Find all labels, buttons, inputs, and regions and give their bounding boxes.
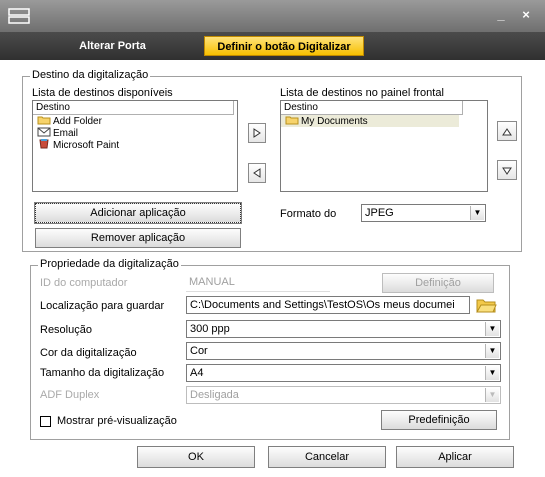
move-up-button[interactable] [497, 121, 517, 141]
tab-definir-botao-digitalizar[interactable]: Definir o botão Digitalizar [204, 36, 364, 56]
available-list-label: Lista de destinos disponíveis [32, 87, 173, 99]
move-left-button[interactable] [248, 163, 266, 183]
folder-icon [37, 116, 51, 125]
format-label: Formato do [280, 208, 337, 220]
list-item-label: My Documents [301, 116, 368, 127]
move-right-button[interactable] [248, 123, 266, 143]
adf-duplex-value: Desligada [190, 389, 239, 401]
list-item-label: Email [53, 128, 79, 139]
resolution-value: 300 ppp [190, 323, 230, 335]
list-item[interactable]: Microsoft Paint [33, 139, 237, 151]
close-button[interactable]: × [519, 8, 533, 22]
list-item-label: Add Folder [53, 116, 102, 127]
resolution-select[interactable]: 300 ppp ▼ [186, 320, 501, 338]
save-location-label: Localização para guardar [40, 300, 165, 312]
minimize-button[interactable]: _ [494, 8, 508, 22]
available-destinations-list[interactable]: Destino Add Folder Email Microsoft Paint [32, 100, 238, 192]
arrow-down-icon [502, 167, 512, 175]
scan-size-select[interactable]: A4 ▼ [186, 364, 501, 382]
apply-button[interactable]: Aplicar [396, 446, 514, 468]
properties-legend: Propriedade da digitalização [38, 258, 181, 270]
scan-color-label: Cor da digitalização [40, 347, 137, 359]
list-item[interactable]: Add Folder [33, 115, 237, 127]
scan-color-select[interactable]: Cor ▼ [186, 342, 501, 360]
move-down-button[interactable] [497, 160, 517, 180]
scan-color-value: Cor [190, 345, 208, 357]
preview-checkbox[interactable] [40, 416, 51, 427]
destination-legend: Destino da digitalização [30, 69, 151, 81]
chevron-down-icon: ▼ [470, 206, 484, 220]
list-item[interactable]: Email [33, 127, 237, 139]
paint-icon [39, 139, 49, 149]
browse-folder-icon[interactable] [475, 296, 497, 314]
front-panel-destinations-list[interactable]: Destino My Documents [280, 100, 488, 192]
arrow-left-icon [253, 168, 261, 178]
chevron-down-icon: ▼ [485, 388, 499, 402]
scan-size-value: A4 [190, 367, 204, 379]
preview-label: Mostrar pré-visualização [57, 415, 177, 427]
tab-alterar-porta[interactable]: Alterar Porta [40, 36, 185, 56]
resolution-label: Resolução [40, 324, 92, 336]
chevron-down-icon: ▼ [485, 322, 499, 336]
remove-application-button[interactable]: Remover aplicação [35, 228, 241, 248]
front-panel-list-label: Lista de destinos no painel frontal [280, 87, 444, 99]
available-list-header: Destino [33, 101, 234, 115]
definition-button: Definição [382, 273, 494, 293]
arrow-right-icon [253, 128, 261, 138]
format-select[interactable]: JPEG ▼ [361, 204, 486, 222]
ok-button[interactable]: OK [137, 446, 255, 468]
add-application-button[interactable]: Adicionar aplicação [34, 202, 242, 224]
folder-icon [285, 116, 299, 125]
computer-id-field: MANUAL [186, 274, 330, 292]
scanner-app-icon [8, 8, 30, 24]
title-bar [0, 0, 545, 32]
scan-size-label: Tamanho da digitalização [40, 367, 165, 379]
envelope-icon [37, 127, 51, 137]
default-button[interactable]: Predefinição [381, 410, 497, 430]
save-location-field[interactable]: C:\Documents and Settings\TestOS\Os meus… [186, 296, 470, 314]
front-list-header: Destino [281, 101, 463, 115]
chevron-down-icon: ▼ [485, 344, 499, 358]
computer-id-label: ID do computador [40, 277, 128, 289]
format-value: JPEG [365, 207, 394, 219]
adf-duplex-label: ADF Duplex [40, 389, 100, 401]
arrow-up-icon [502, 128, 512, 136]
list-item[interactable]: My Documents [281, 115, 459, 127]
cancel-button[interactable]: Cancelar [268, 446, 386, 468]
chevron-down-icon: ▼ [485, 366, 499, 380]
adf-duplex-select: Desligada ▼ [186, 386, 501, 404]
list-item-label: Microsoft Paint [53, 140, 120, 151]
